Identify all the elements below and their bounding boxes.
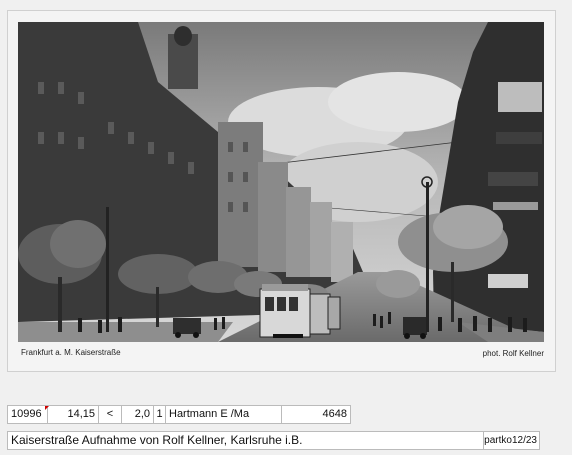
street-photo xyxy=(18,22,544,342)
description-code[interactable]: partko12/23 xyxy=(484,432,539,449)
record-row: 10996 14,15 < 2,0 1 Hartmann E /Ma 4648 xyxy=(7,405,351,424)
postcard-caption-photographer: phot. Rolf Kellner xyxy=(482,349,544,358)
description-text[interactable]: Kaiserstraße Aufnahme von Rolf Kellner, … xyxy=(8,432,484,449)
cloud xyxy=(328,72,468,132)
record-id: 10996 xyxy=(11,408,42,420)
postcard-caption-location: Frankfurt a. M. Kaiserstraße xyxy=(21,348,121,357)
record-value2-cell[interactable]: 2,0 xyxy=(122,406,154,423)
record-count-cell[interactable]: 1 xyxy=(154,406,166,423)
record-dealer-cell[interactable]: Hartmann E /Ma xyxy=(166,406,282,423)
red-flag-icon xyxy=(45,406,49,410)
record-id-cell[interactable]: 10996 xyxy=(8,406,49,423)
record-value1-cell[interactable]: 14,15 xyxy=(48,406,99,423)
record-operator-cell[interactable]: < xyxy=(99,406,122,423)
description-row: Kaiserstraße Aufnahme von Rolf Kellner, … xyxy=(7,431,540,450)
record-number-cell[interactable]: 4648 xyxy=(282,406,350,423)
